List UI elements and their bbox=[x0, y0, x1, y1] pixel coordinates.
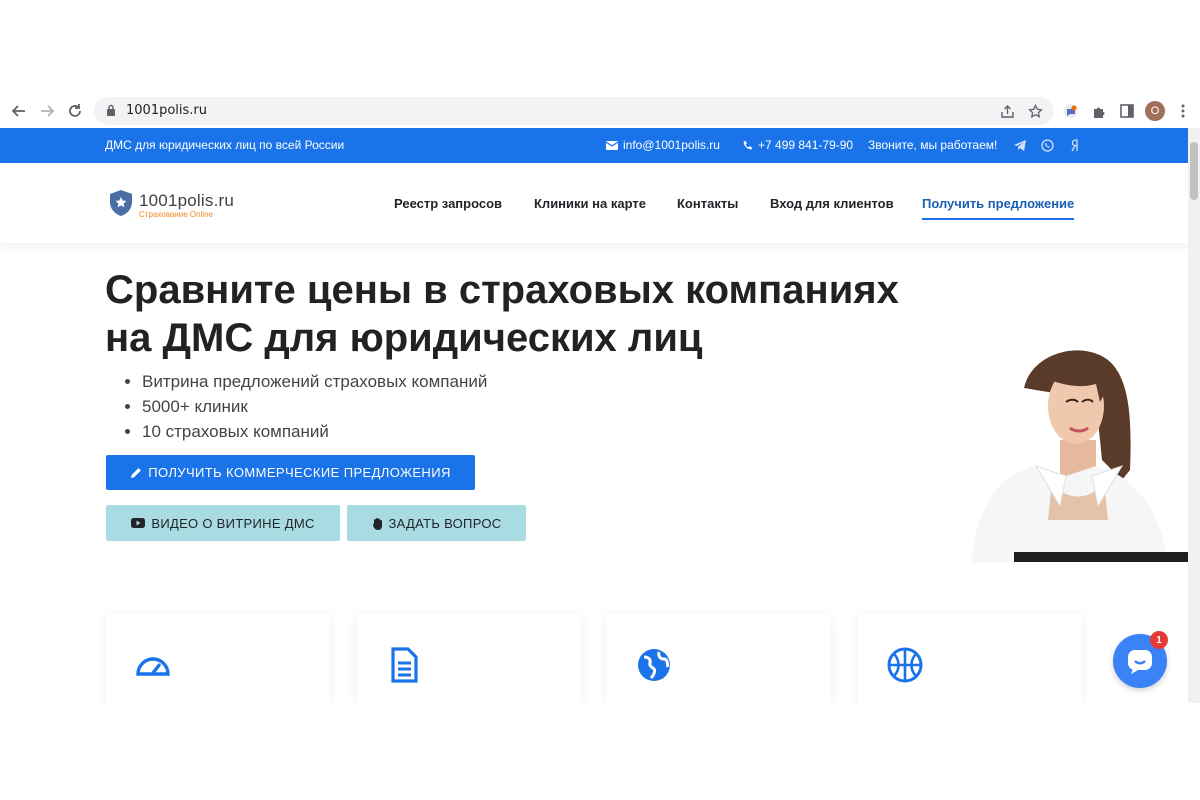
hero-bullet: 10 страховых компаний bbox=[142, 419, 487, 444]
puzzle-icon[interactable] bbox=[1088, 100, 1110, 122]
scrollbar-thumb[interactable] bbox=[1190, 142, 1198, 200]
hero-woman-image bbox=[972, 340, 1188, 562]
logo-shield-icon[interactable] bbox=[108, 189, 134, 222]
pencil-icon bbox=[131, 467, 142, 478]
chat-bubble-icon bbox=[1128, 650, 1152, 674]
get-offers-label: ПОЛУЧИТЬ КОММЕРЧЕСКИЕ ПРЕДЛОЖЕНИЯ bbox=[148, 465, 451, 480]
yandex-icon[interactable] bbox=[1067, 137, 1083, 153]
forward-icon[interactable] bbox=[35, 99, 59, 123]
hero-bullet-list: Витрина предложений страховых компаний 5… bbox=[122, 369, 487, 444]
page-scrollbar[interactable] bbox=[1188, 128, 1200, 703]
feature-card bbox=[607, 614, 831, 704]
sidepanel-icon[interactable] bbox=[1116, 100, 1138, 122]
logo-title[interactable]: 1001polis.ru bbox=[139, 191, 234, 211]
chat-unread-badge: 1 bbox=[1150, 631, 1168, 649]
feature-card bbox=[858, 614, 1082, 704]
document-icon bbox=[391, 647, 418, 683]
worktime-text: Звоните, мы работаем! bbox=[868, 138, 998, 152]
phone-text[interactable]: +7 499 841-79-90 bbox=[758, 138, 853, 152]
get-offers-button[interactable]: ПОЛУЧИТЬ КОММЕРЧЕСКИЕ ПРЕДЛОЖЕНИЯ bbox=[106, 455, 475, 490]
site-header: 1001polis.ru Страхование Online Реестр з… bbox=[0, 163, 1188, 243]
feature-card bbox=[106, 614, 330, 704]
hero-title-line2: на ДМС для юридических лиц bbox=[105, 316, 703, 360]
reload-icon[interactable] bbox=[63, 99, 87, 123]
back-icon[interactable] bbox=[7, 99, 31, 123]
profile-avatar[interactable]: O bbox=[1145, 101, 1165, 121]
nav-client-login[interactable]: Вход для клиентов bbox=[770, 196, 894, 211]
top-info-bar: ДМС для юридических лиц по всей России i… bbox=[0, 128, 1188, 163]
topbar-phone-link[interactable]: +7 499 841-79-90 bbox=[742, 138, 853, 152]
hero-bullet: Витрина предложений страховых компаний bbox=[142, 369, 487, 394]
speedometer-icon bbox=[136, 657, 170, 676]
ask-question-label: ЗАДАТЬ ВОПРОС bbox=[388, 515, 502, 531]
star-icon[interactable] bbox=[1026, 102, 1044, 120]
hero-bullet: 5000+ клиник bbox=[142, 394, 487, 419]
feature-card bbox=[357, 614, 581, 704]
ask-question-button[interactable]: ЗАДАТЬ ВОПРОС bbox=[347, 505, 526, 541]
globe-icon bbox=[638, 649, 670, 681]
menu-icon[interactable] bbox=[1172, 100, 1194, 122]
youtube-icon bbox=[131, 518, 146, 528]
envelope-icon bbox=[606, 140, 618, 150]
hand-icon bbox=[372, 517, 382, 530]
page-cutoff bbox=[0, 703, 1200, 800]
whatsapp-icon[interactable] bbox=[1039, 137, 1055, 153]
address-bar[interactable]: 1001polis.ru bbox=[94, 97, 1054, 125]
hero-title-line1: Сравните цены в страховых компаниях bbox=[105, 268, 899, 312]
telegram-icon[interactable] bbox=[1012, 137, 1028, 153]
email-text[interactable]: info@1001polis.ru bbox=[623, 138, 720, 152]
lock-icon[interactable] bbox=[106, 104, 116, 122]
nav-get-offer[interactable]: Получить предложение bbox=[922, 196, 1075, 220]
topbar-email-link[interactable]: info@1001polis.ru bbox=[606, 138, 720, 152]
video-button[interactable]: ВИДЕО О ВИТРИНЕ ДМС bbox=[106, 505, 340, 541]
extension-icon[interactable] bbox=[1060, 100, 1082, 122]
nav-contacts[interactable]: Контакты bbox=[677, 196, 738, 211]
topbar-tagline: ДМС для юридических лиц по всей России bbox=[105, 138, 345, 152]
basketball-icon bbox=[887, 647, 923, 683]
url-text[interactable]: 1001polis.ru bbox=[126, 103, 207, 118]
browser-toolbar: 1001polis.ru O bbox=[0, 96, 1200, 127]
logo-subtitle: Страхование Online bbox=[139, 210, 213, 219]
phone-icon bbox=[743, 140, 752, 149]
nav-requests-registry[interactable]: Реестр запросов bbox=[394, 196, 502, 211]
hero-title: Сравните цены в страховых компаниях на ДМ… bbox=[105, 266, 985, 362]
nav-clinics-map[interactable]: Клиники на карте bbox=[534, 196, 646, 211]
share-icon[interactable] bbox=[998, 102, 1016, 120]
video-button-label: ВИДЕО О ВИТРИНЕ ДМС bbox=[151, 515, 315, 531]
